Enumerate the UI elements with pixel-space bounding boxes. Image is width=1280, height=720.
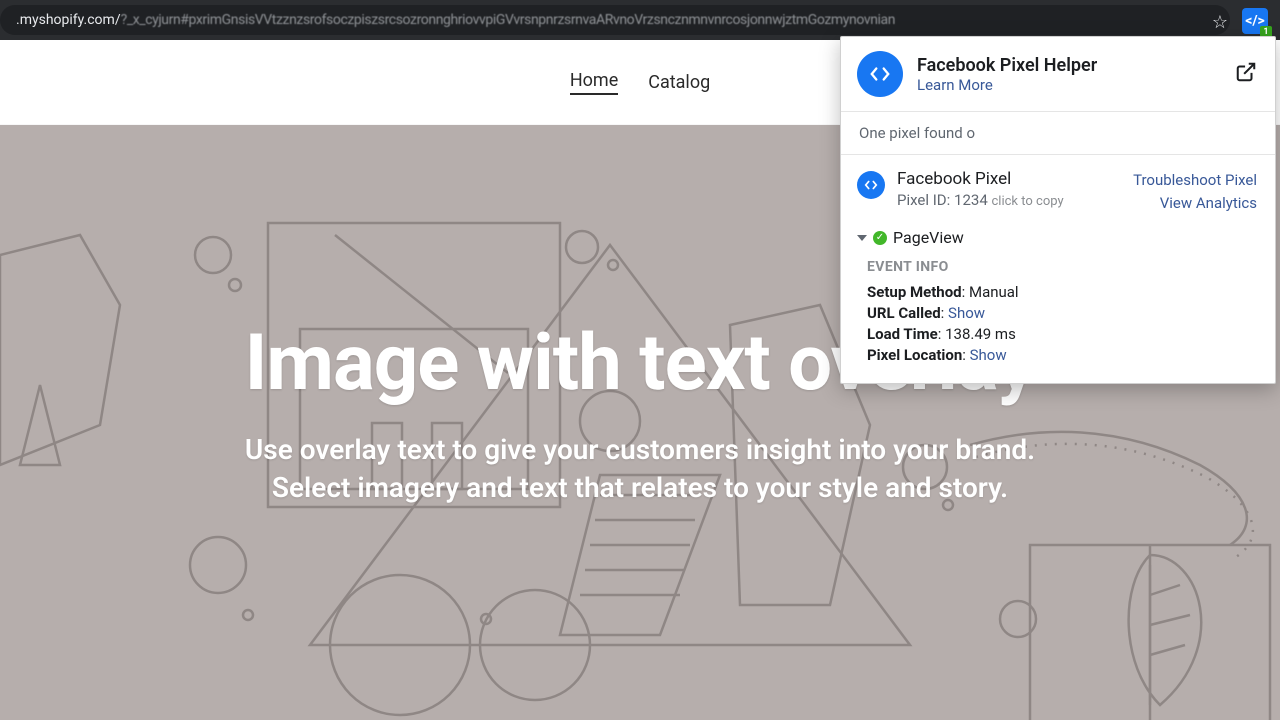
url-called-row: URL Called: Show bbox=[867, 304, 1257, 322]
pixel-id-label: Pixel ID: bbox=[897, 191, 950, 209]
load-time-row: Load Time: 138.49 ms bbox=[867, 325, 1257, 343]
event-info-panel: EVENT INFO Setup Method: Manual URL Call… bbox=[841, 253, 1275, 383]
success-check-icon: ✓ bbox=[873, 231, 887, 245]
browser-chrome: .myshopify.com/ ?_x_cyjurn#pxrimGnsisVVt… bbox=[0, 0, 1280, 40]
learn-more-link[interactable]: Learn More bbox=[917, 76, 1097, 94]
pixel-id-value: 1234 bbox=[954, 191, 988, 209]
load-time-value: 138.49 ms bbox=[945, 325, 1016, 343]
address-bar[interactable]: .myshopify.com/ ?_x_cyjurn#pxrimGnsisVVt… bbox=[0, 5, 1230, 35]
open-external-icon[interactable] bbox=[1235, 61, 1257, 87]
pixel-location-label: Pixel Location bbox=[867, 346, 962, 364]
nav-home[interactable]: Home bbox=[570, 70, 618, 95]
facebook-pixel-icon bbox=[857, 51, 903, 97]
pixel-location-row: Pixel Location: Show bbox=[867, 346, 1257, 364]
event-name: PageView bbox=[893, 228, 964, 247]
pixel-name: Facebook Pixel bbox=[897, 169, 1133, 189]
chevron-down-icon bbox=[857, 235, 867, 241]
view-analytics-link[interactable]: View Analytics bbox=[1133, 192, 1257, 215]
url-path: ?_x_cyjurn#pxrimGnsisVVtzznzsrofsoczpisz… bbox=[121, 12, 895, 28]
pixel-entry: Facebook Pixel Pixel ID: 1234 click to c… bbox=[841, 155, 1275, 224]
pixel-helper-popup: Facebook Pixel Helper Learn More One pix… bbox=[840, 36, 1276, 384]
nav-catalog[interactable]: Catalog bbox=[648, 72, 710, 93]
popup-header: Facebook Pixel Helper Learn More bbox=[841, 37, 1275, 112]
troubleshoot-pixel-link[interactable]: Troubleshoot Pixel bbox=[1133, 169, 1257, 192]
setup-method-row: Setup Method: Manual bbox=[867, 283, 1257, 301]
click-to-copy-hint: click to copy bbox=[992, 194, 1064, 209]
setup-method-label: Setup Method bbox=[867, 283, 962, 301]
pixel-helper-extension-icon[interactable]: </> 1 bbox=[1242, 8, 1268, 34]
pixels-found-text: One pixel found o bbox=[841, 112, 1275, 155]
url-called-label: URL Called bbox=[867, 304, 941, 322]
pixel-location-show-link[interactable]: Show bbox=[970, 346, 1007, 364]
event-info-heading: EVENT INFO bbox=[867, 259, 1257, 275]
setup-method-value: Manual bbox=[969, 283, 1019, 301]
event-pageview-toggle[interactable]: ✓ PageView bbox=[841, 224, 1275, 253]
url-host: .myshopify.com/ bbox=[16, 12, 121, 28]
load-time-label: Load Time bbox=[867, 325, 938, 343]
facebook-pixel-mini-icon bbox=[857, 171, 885, 199]
bookmark-star-icon[interactable]: ☆ bbox=[1212, 12, 1228, 33]
pixel-id-row[interactable]: Pixel ID: 1234 click to copy bbox=[897, 191, 1133, 209]
url-called-show-link[interactable]: Show bbox=[948, 304, 985, 322]
hero-subtitle: Use overlay text to give your customers … bbox=[220, 431, 1060, 507]
popup-title: Facebook Pixel Helper bbox=[917, 55, 1097, 76]
